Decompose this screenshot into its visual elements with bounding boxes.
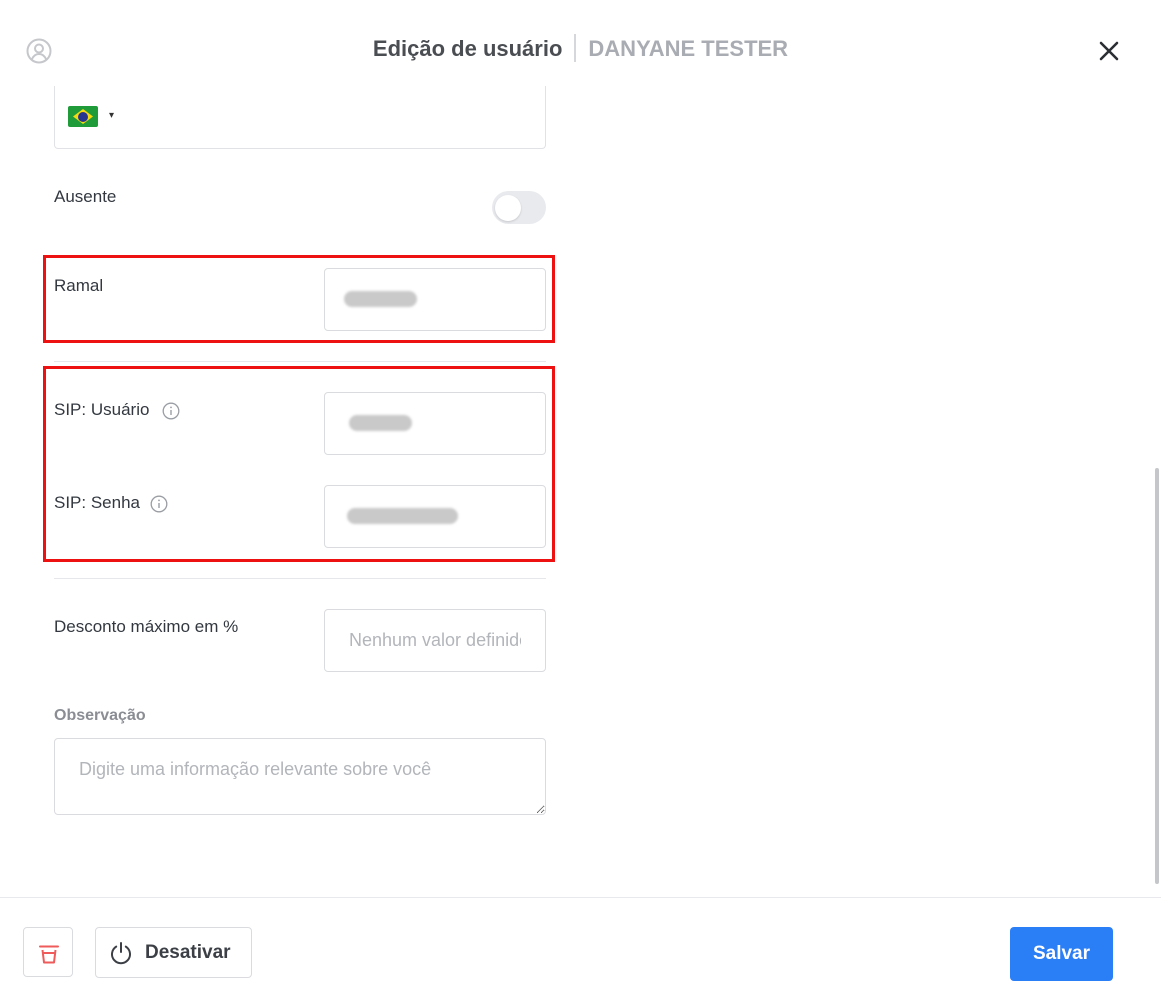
phone-input[interactable]: ▾ xyxy=(54,86,546,149)
info-icon[interactable] xyxy=(162,402,180,420)
user-name: DANYANE TESTER xyxy=(588,36,789,61)
absent-toggle[interactable] xyxy=(492,191,546,224)
sip-user-label: SIP: Usuário xyxy=(54,400,150,419)
deactivate-label: Desativar xyxy=(145,942,231,963)
divider xyxy=(54,578,546,579)
max-discount-label: Desconto máximo em % xyxy=(54,617,239,636)
sip-user-input[interactable] xyxy=(324,392,546,455)
footer-divider xyxy=(0,897,1161,898)
modal-header: Edição de usuário DANYANE TESTER xyxy=(0,0,1161,100)
brazil-flag-icon[interactable] xyxy=(68,106,98,127)
sip-password-label: SIP: Senha xyxy=(54,493,141,512)
extension-input[interactable] xyxy=(324,268,546,331)
extension-label: Ramal xyxy=(54,276,104,295)
save-button[interactable]: Salvar xyxy=(1010,927,1113,981)
observation-label: Observação xyxy=(54,707,146,724)
power-icon xyxy=(111,942,131,965)
absent-label: Ausente xyxy=(54,187,117,206)
modal-title: Edição de usuário DANYANE TESTER xyxy=(0,34,1161,64)
trash-icon xyxy=(39,945,59,964)
redacted-value xyxy=(349,415,412,431)
title-divider xyxy=(574,34,577,63)
delete-button[interactable] xyxy=(23,927,73,977)
save-label: Salvar xyxy=(1032,943,1091,964)
redacted-value xyxy=(344,291,417,307)
close-icon[interactable] xyxy=(1096,38,1122,64)
sip-password-input[interactable] xyxy=(324,485,546,548)
page-title: Edição de usuário xyxy=(372,36,563,61)
redacted-value xyxy=(347,508,458,524)
scrollbar[interactable] xyxy=(1155,468,1159,884)
info-icon[interactable] xyxy=(150,495,168,513)
toggle-knob xyxy=(495,194,521,221)
max-discount-input[interactable] xyxy=(324,609,546,672)
deactivate-button[interactable]: Desativar xyxy=(95,927,252,978)
chevron-down-icon[interactable]: ▾ xyxy=(109,110,114,121)
divider xyxy=(54,361,546,362)
observation-textarea[interactable] xyxy=(54,738,546,815)
